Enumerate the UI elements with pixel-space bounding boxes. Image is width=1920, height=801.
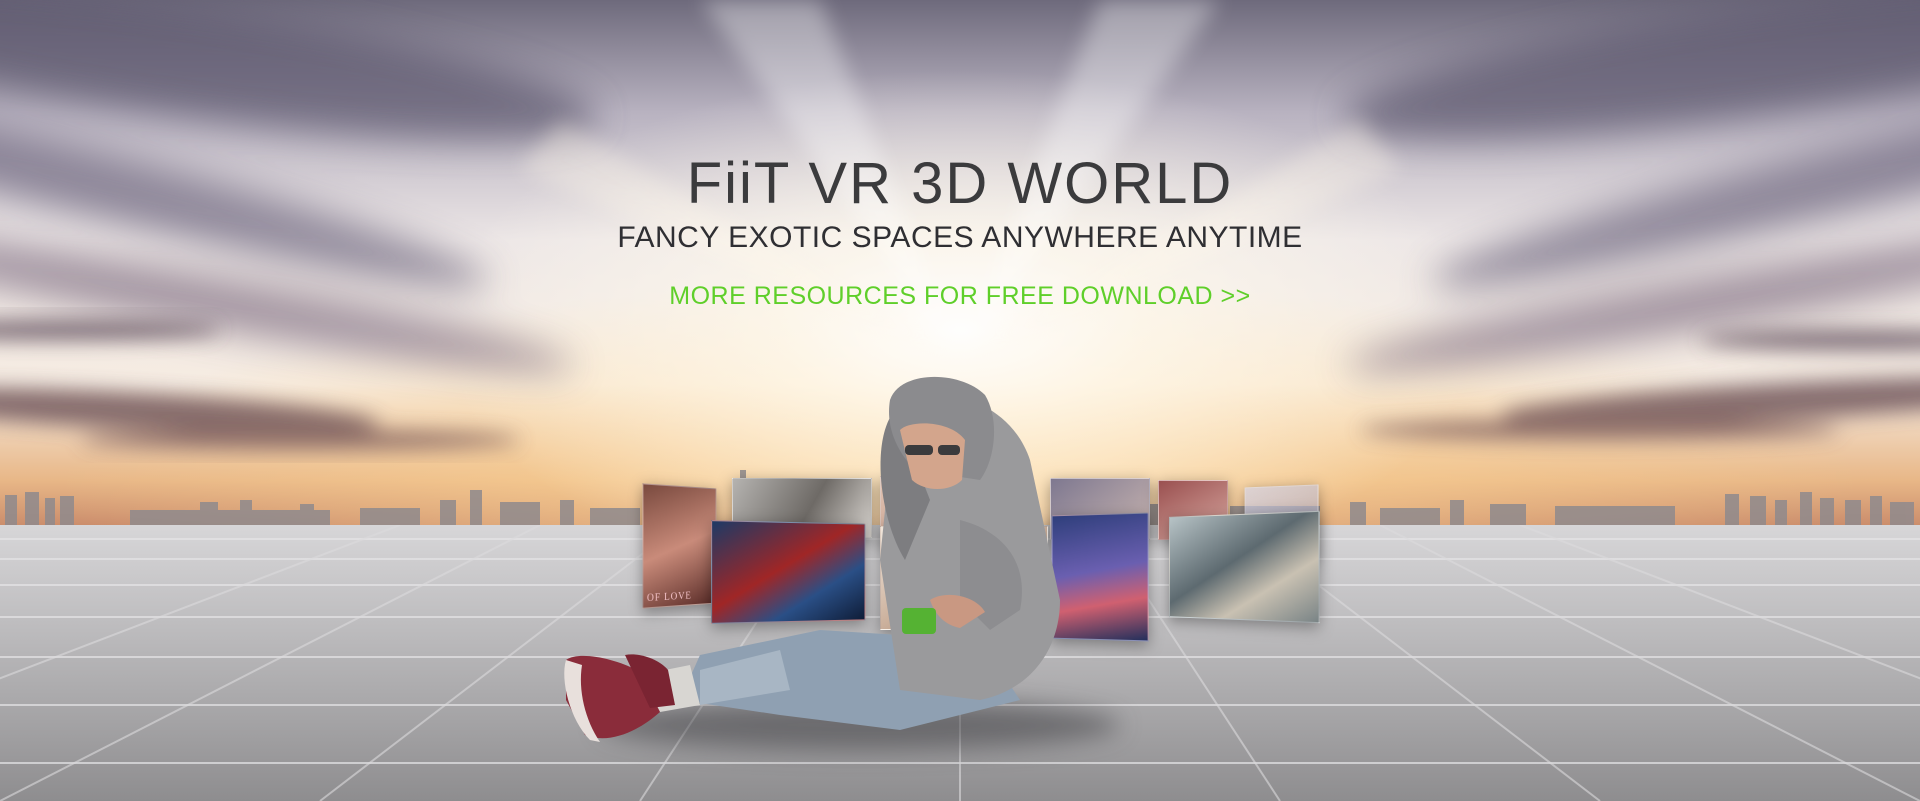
- hero-banner: FiiT VR 3D WORLD FANCY EXOTIC SPACES ANY…: [0, 0, 1920, 801]
- hooded-person: [0, 0, 1920, 801]
- vr-scene: OF LOVE: [0, 0, 1920, 801]
